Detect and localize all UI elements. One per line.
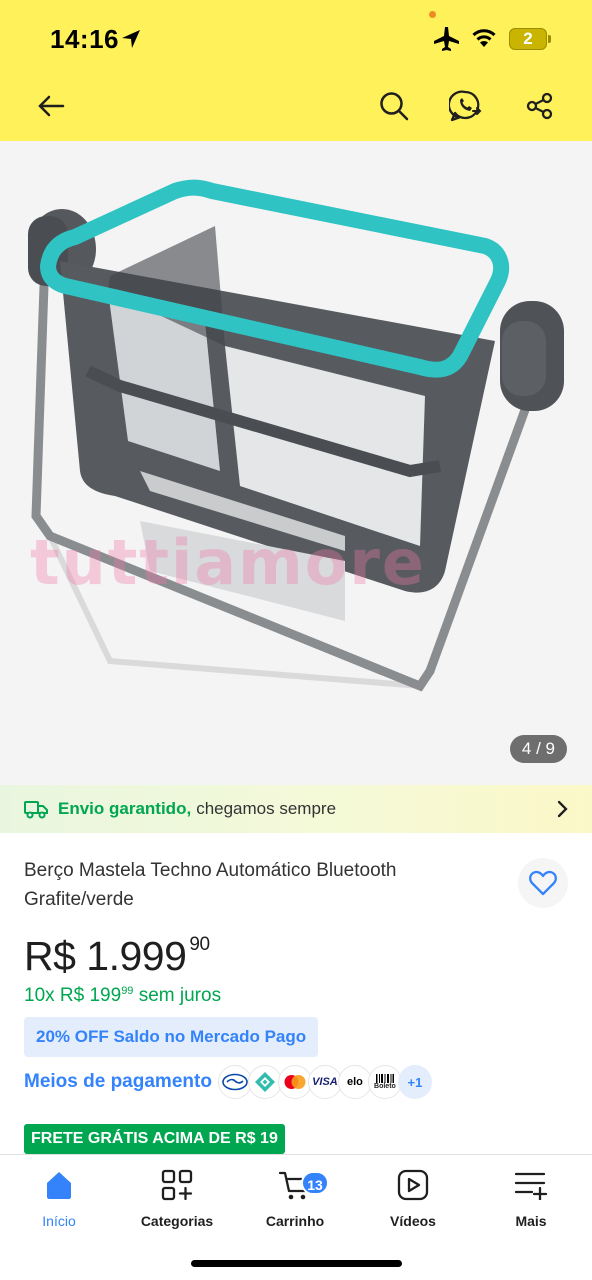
image-counter: 4 / 9	[509, 735, 567, 763]
watermark-text: tuttiamore	[30, 526, 426, 599]
nav-label-videos: Vídeos	[390, 1213, 436, 1229]
nav-item-mais[interactable]: Mais	[481, 1165, 581, 1229]
cart-count-badge: 13	[301, 1171, 329, 1195]
home-indicator	[191, 1260, 402, 1267]
nav-item-inicio[interactable]: Início	[9, 1165, 109, 1229]
installments-suffix: sem juros	[138, 985, 222, 1006]
video-icon	[397, 1169, 429, 1201]
back-button[interactable]	[31, 86, 71, 126]
shipping-banner[interactable]: Envio garantido, chegamos sempre	[0, 785, 592, 833]
price-integer: R$ 1.999	[24, 933, 187, 979]
mercado-pago-icon	[217, 1065, 252, 1099]
mastercard-icon	[277, 1065, 312, 1099]
location-arrow-icon	[122, 30, 140, 48]
free-shipping-badge: FRETE GRÁTIS ACIMA DE R$ 19	[24, 1124, 285, 1154]
nav-item-videos[interactable]: Vídeos	[363, 1165, 463, 1229]
nav-label-mais: Mais	[515, 1213, 547, 1229]
wifi-icon	[472, 29, 496, 47]
chevron-right-icon	[557, 800, 568, 818]
installments-prefix: 10x R$ 199	[24, 985, 122, 1006]
search-icon	[380, 92, 409, 121]
nav-label-inicio: Início	[42, 1213, 76, 1229]
payment-methods-row[interactable]: Meios de pagamento VISA elo Boleto +1	[24, 1064, 432, 1100]
home-icon	[47, 1172, 71, 1199]
nav-label-carrinho: Carrinho	[265, 1213, 325, 1229]
more-payment-methods[interactable]: +1	[397, 1065, 432, 1099]
categories-icon	[161, 1169, 193, 1201]
share-button[interactable]	[520, 86, 560, 126]
boleto-icon: Boleto	[367, 1065, 402, 1099]
payment-methods-link[interactable]: Meios de pagamento	[24, 1071, 212, 1093]
camera-indicator-icon	[429, 11, 436, 18]
airplane-mode-icon	[434, 27, 459, 51]
share-icon	[526, 92, 553, 120]
nav-item-categorias[interactable]: Categorias	[127, 1165, 227, 1229]
product-price: R$ 1.999 90	[24, 933, 210, 980]
discount-badge: 20% OFF Saldo no Mercado Pago	[24, 1017, 319, 1057]
visa-icon: VISA	[307, 1065, 342, 1099]
installments: 10x R$ 19999 sem juros	[24, 985, 221, 1007]
installments-cents: 99	[121, 985, 134, 997]
product-image	[28, 179, 564, 692]
whatsapp-icon	[449, 90, 482, 122]
whatsapp-share-button[interactable]	[446, 86, 486, 126]
price-cents: 90	[189, 934, 210, 955]
product-title: Berço Mastela Techno Automático Bluetoot…	[24, 860, 397, 910]
truck-icon	[24, 801, 48, 819]
heart-icon	[529, 870, 557, 896]
shipping-highlight: Envio garantido,	[58, 799, 192, 818]
battery-icon: 2	[509, 28, 547, 50]
product-gallery[interactable]: tuttiamore 4 / 9	[0, 141, 592, 785]
search-button[interactable]	[374, 86, 414, 126]
status-time: 14:16	[50, 24, 119, 54]
header-bar	[0, 0, 592, 141]
arrow-left-icon	[38, 95, 65, 117]
nav-label-categorias: Categorias	[140, 1213, 214, 1229]
shipping-text: chegamos sempre	[196, 799, 337, 818]
favorite-button[interactable]	[518, 858, 568, 908]
battery-tip	[548, 35, 551, 43]
elo-icon: elo	[337, 1065, 372, 1099]
pix-icon	[247, 1065, 282, 1099]
more-icon	[514, 1172, 548, 1200]
nav-item-carrinho[interactable]: 13 Carrinho	[245, 1165, 345, 1229]
